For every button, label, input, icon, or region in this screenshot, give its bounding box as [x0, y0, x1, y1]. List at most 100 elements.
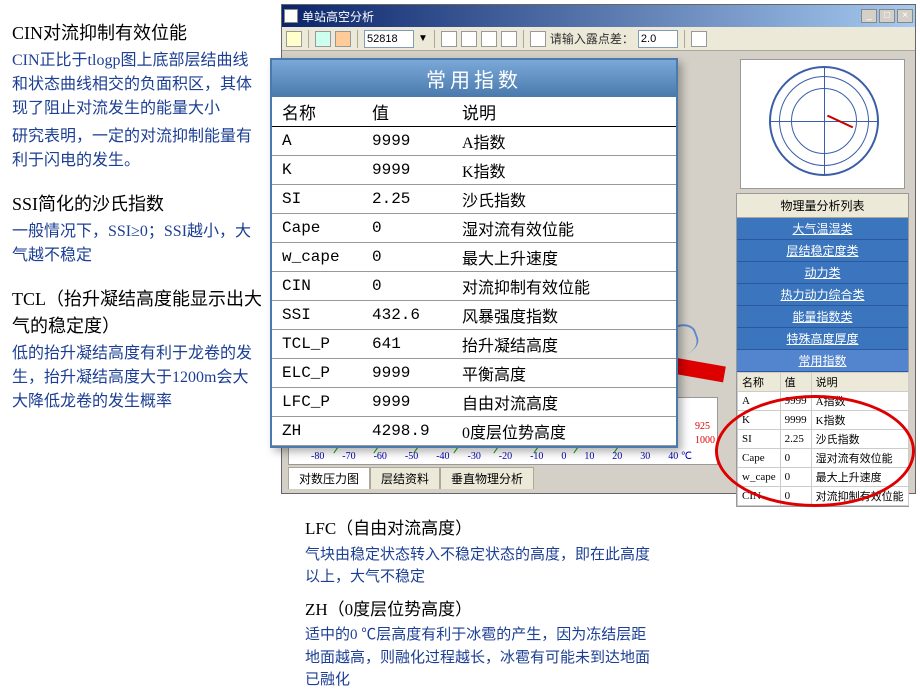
cell-value: 9999 — [362, 156, 452, 185]
maximize-button[interactable]: □ — [879, 9, 895, 23]
close-button[interactable]: × — [897, 9, 913, 23]
tick-label: -60 — [374, 451, 387, 462]
cell-value: 9999 — [362, 127, 452, 156]
cell-desc: 对流抑制有效位能 — [452, 272, 676, 301]
tab-2[interactable]: 垂直物理分析 — [440, 467, 534, 489]
table-row: Cape0湿对流有效位能 — [272, 214, 676, 243]
window-title: 单站高空分析 — [302, 8, 374, 25]
table-row: CIN0对流抑制有效位能 — [738, 487, 909, 506]
tick-label: -20 — [499, 451, 512, 462]
cell-value: 9999 — [362, 359, 452, 388]
chart-yaxis-right: 925 1000 — [695, 398, 715, 448]
indices-table: 名称 值 说明 A9999A指数K9999K指数SI2.25沙氏指数Cape0湿… — [272, 97, 676, 446]
cin-desc-1: CIN正比于tlogp图上底部层结曲线和状态曲线相交的负面积区，其体现了阻止对流… — [12, 49, 262, 121]
cell-name: ELC_P — [272, 359, 362, 388]
tick-label: -30 — [467, 451, 480, 462]
cell-desc: 平衡高度 — [452, 359, 676, 388]
tick-label: 10 — [584, 451, 594, 462]
cell-value: 2.25 — [780, 430, 811, 449]
table-row: TCL_P641抬升凝结高度 — [272, 330, 676, 359]
tool-icon-9[interactable] — [691, 31, 707, 47]
table-row: Cape0湿对流有效位能 — [738, 449, 909, 468]
table-row: SI2.25沙氏指数 — [272, 185, 676, 214]
cin-title: CIN对流抑制有效位能 — [12, 20, 262, 47]
table-row: K9999K指数 — [272, 156, 676, 185]
cell-name: CIN — [272, 272, 362, 301]
tcl-title: TCL（抬升凝结高度能显示出大气的稳定度） — [12, 286, 262, 340]
table-row: K9999K指数 — [738, 411, 909, 430]
cell-desc: 沙氏指数 — [452, 185, 676, 214]
cell-value: 9999 — [362, 388, 452, 417]
cell-value: 9999 — [780, 411, 811, 430]
table-row: ELC_P9999平衡高度 — [272, 359, 676, 388]
title-bar: 单站高空分析 _ □ × — [282, 5, 915, 27]
cell-desc: 湿对流有效位能 — [452, 214, 676, 243]
tab-0[interactable]: 对数压力图 — [288, 467, 370, 489]
sidebar-link-1[interactable]: 层结稳定度类 — [737, 240, 908, 262]
ssi-desc: 一般情况下，SSI≥0；SSI越小，大气越不稳定 — [12, 220, 262, 268]
popup-title: 常用指数 — [272, 60, 676, 97]
cell-desc: 对流抑制有效位能 — [811, 487, 908, 506]
cell-value: 0 — [362, 243, 452, 272]
cell-name: ZH — [272, 417, 362, 446]
tick-label: -40 — [436, 451, 449, 462]
cell-name: A — [738, 392, 781, 411]
th-name: 名称 — [272, 97, 362, 127]
th-value: 值 — [362, 97, 452, 127]
cell-desc: K指数 — [811, 411, 908, 430]
cell-name: SI — [272, 185, 362, 214]
bottom-notes: LFC（自由对流高度） 气块由稳定状态转入不稳定状态的高度，即在此高度以上，大气… — [305, 516, 655, 700]
separator — [523, 30, 524, 48]
tick-label: -70 — [342, 451, 355, 462]
tool-icon-7[interactable] — [501, 31, 517, 47]
cell-name: Cape — [738, 449, 781, 468]
tab-bar: 对数压力图 层结资料 垂直物理分析 — [288, 467, 534, 489]
app-icon — [284, 9, 298, 23]
tool-icon-5[interactable] — [461, 31, 477, 47]
dewpoint-input[interactable] — [638, 30, 678, 48]
mini-th-value: 值 — [780, 373, 811, 392]
tool-icon-8[interactable] — [530, 31, 546, 47]
table-row: SI2.25沙氏指数 — [738, 430, 909, 449]
tool-icon-3[interactable] — [335, 31, 351, 47]
lfc-title: LFC（自由对流高度） — [305, 516, 655, 542]
tool-icon-2[interactable] — [315, 31, 331, 47]
sidebar-link-5[interactable]: 特殊高度厚度 — [737, 328, 908, 350]
tool-icon-4[interactable] — [441, 31, 457, 47]
tick-label: 30 — [640, 451, 650, 462]
sidebar-title: 物理量分析列表 — [737, 194, 908, 218]
table-row: CIN0对流抑制有效位能 — [272, 272, 676, 301]
cell-value: 0 — [780, 449, 811, 468]
cin-desc-2: 研究表明，一定的对流抑制能量有利于闪电的发生。 — [12, 125, 262, 173]
station-id-input[interactable] — [364, 30, 414, 48]
cell-value: 432.6 — [362, 301, 452, 330]
cell-desc: 自由对流高度 — [452, 388, 676, 417]
separator — [308, 30, 309, 48]
cell-name: SI — [738, 430, 781, 449]
sidebar-link-6[interactable]: 常用指数 — [737, 350, 908, 372]
sidebar-link-3[interactable]: 热力动力综合类 — [737, 284, 908, 306]
cell-value: 0 — [780, 487, 811, 506]
cell-name: K — [272, 156, 362, 185]
cell-name: w_cape — [738, 468, 781, 487]
tool-icon-1[interactable] — [286, 31, 302, 47]
tick-label: -50 — [405, 451, 418, 462]
tab-1[interactable]: 层结资料 — [370, 467, 440, 489]
cell-desc: 沙氏指数 — [811, 430, 908, 449]
sidebar-link-2[interactable]: 动力类 — [737, 262, 908, 284]
chart-xaxis: -80-70-60-50-40-30-20-10010203040 ℃ — [311, 451, 692, 462]
sidebar-link-4[interactable]: 能量指数类 — [737, 306, 908, 328]
th-desc: 说明 — [452, 97, 676, 127]
cell-name: CIN — [738, 487, 781, 506]
minimize-button[interactable]: _ — [861, 9, 877, 23]
cell-name: K — [738, 411, 781, 430]
toolbar: ▼ 请输入露点差： — [282, 27, 915, 51]
tick-label: 20 — [612, 451, 622, 462]
zh-desc: 适中的0 ℃层高度有利于冰雹的产生，因为冻结层距地面越高，则融化过程越长，冰雹有… — [305, 624, 655, 692]
cell-value: 0 — [362, 214, 452, 243]
cell-name: A — [272, 127, 362, 156]
cell-value: 4298.9 — [362, 417, 452, 446]
tool-icon-6[interactable] — [481, 31, 497, 47]
mini-indices-table: 名称 值 说明 A9999A指数K9999K指数SI2.25沙氏指数Cape0湿… — [737, 372, 909, 506]
sidebar-link-0[interactable]: 大气温湿类 — [737, 218, 908, 240]
